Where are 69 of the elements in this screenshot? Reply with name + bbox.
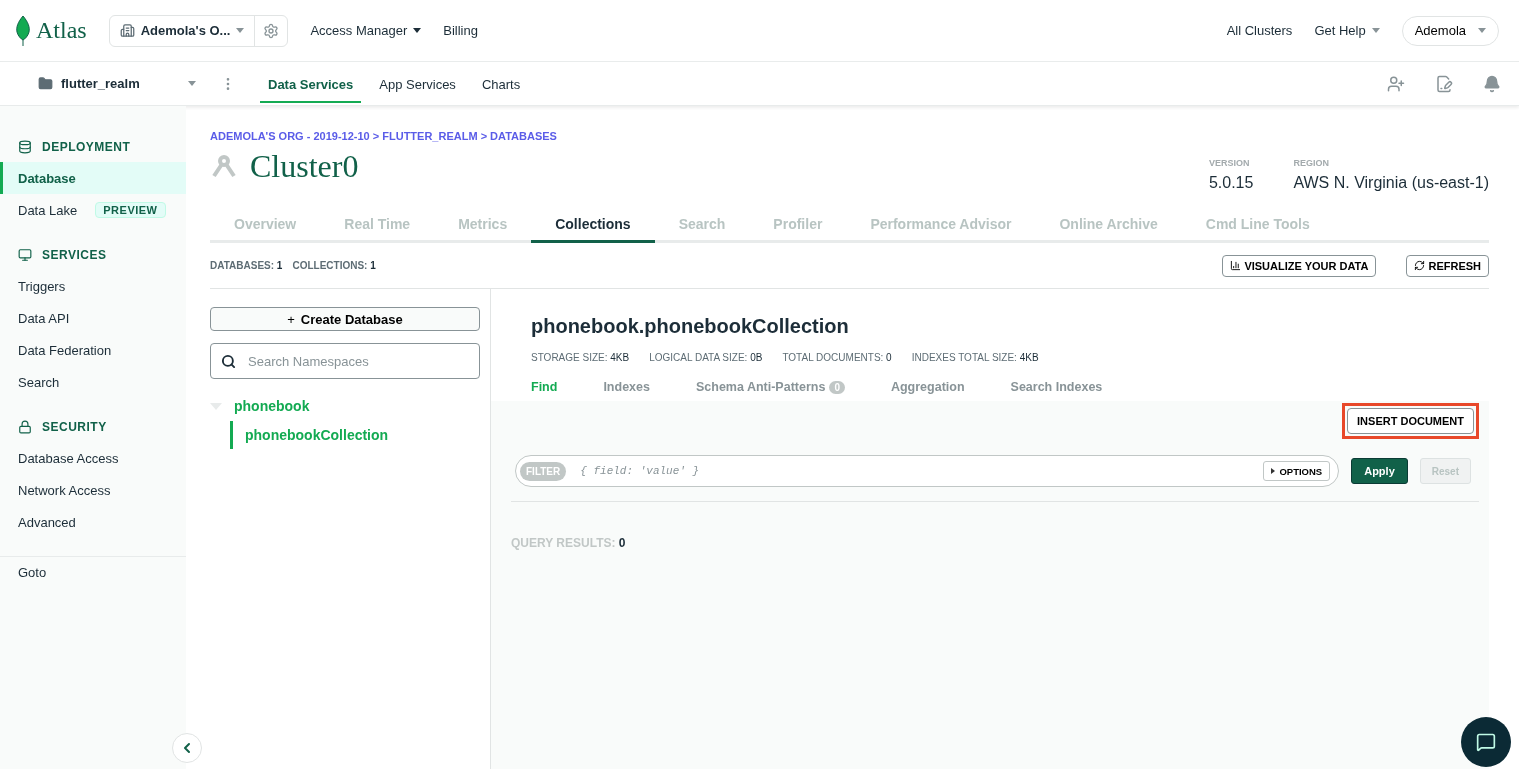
settings-icon[interactable] <box>263 22 280 39</box>
sidebar-item[interactable]: Advanced <box>0 506 186 538</box>
item-label[interactable]: Data Lake <box>18 202 78 218</box>
create-database-button[interactable]: + Create Database <box>210 307 480 331</box>
count-text: DATABASES: 1 <box>210 260 283 271</box>
stat-text: LOGICAL DATA SIZE: 0B <box>649 352 763 363</box>
apply-button[interactable]: Apply <box>1351 458 1408 484</box>
section-label: SECURITY <box>42 420 107 434</box>
sidebar-item[interactable]: Data API <box>0 302 186 334</box>
section-label: DEPLOYMENT <box>42 140 131 154</box>
filter-field[interactable]: FILTER { field: 'value' } OPTIONS <box>515 455 1340 487</box>
breadcrumb[interactable]: ADEMOLA'S ORG - 2019-12-10 > FLUTTER_REALM > DATABASES <box>210 130 1489 142</box>
add-user-icon[interactable] <box>1387 74 1405 93</box>
project-selector[interactable]: flutter_realm <box>38 76 188 91</box>
sidebar-item[interactable]: Data Federation <box>0 334 186 366</box>
action-button[interactable]: REFRESH <box>1406 254 1489 277</box>
sidebar-item[interactable]: Data Lake PREVIEW <box>0 194 186 226</box>
nav-link[interactable]: Get Help <box>1314 23 1380 38</box>
product-tab[interactable]: App Services <box>371 64 464 103</box>
notification-icon[interactable] <box>1483 74 1501 93</box>
insert-document-button[interactable]: INSERT DOCUMENT <box>1347 408 1474 434</box>
stat-text: STORAGE SIZE: 4KB <box>531 352 630 363</box>
cluster-tab[interactable]: Collections <box>531 208 655 243</box>
preview-badge: PREVIEW <box>95 202 166 218</box>
section-label: SERVICES <box>42 248 107 262</box>
search-box[interactable]: Search Namespaces <box>210 343 480 379</box>
logo-text: Atlas <box>36 17 87 44</box>
stat-text: INDEXES TOTAL SIZE: 4KB <box>911 352 1039 363</box>
database-icon <box>18 140 32 154</box>
cluster-icon <box>210 154 238 179</box>
filter-tag: FILTER <box>520 461 567 481</box>
user-menu[interactable]: Ademola <box>1401 15 1499 46</box>
sidebar-item[interactable]: Network Access <box>0 474 186 506</box>
meta-value: 5.0.15 <box>1208 174 1254 192</box>
refresh-icon <box>1414 260 1426 271</box>
nav-link[interactable]: Billing <box>443 23 478 38</box>
collapse-button[interactable] <box>172 733 202 763</box>
sidebar-item[interactable]: Goto <box>0 556 186 588</box>
building-icon <box>119 23 135 38</box>
options-button[interactable]: OPTIONS <box>1263 461 1331 481</box>
product-tab[interactable]: Data Services <box>260 64 362 103</box>
chat-button[interactable] <box>1461 717 1511 767</box>
search-field[interactable]: Search Namespaces <box>246 352 469 370</box>
sidebar-item[interactable]: Database <box>0 162 186 194</box>
meta-label: VERSION <box>1208 158 1251 168</box>
stat-text: TOTAL DOCUMENTS: 0 <box>782 352 892 363</box>
meta-value: AWS N. Virginia (us-east-1) <box>1293 174 1489 192</box>
atlas-logo[interactable]: Atlas <box>16 15 87 46</box>
sidebar-item[interactable]: Database Access <box>0 442 186 474</box>
query-results: QUERY RESULTS: 0 <box>511 536 627 550</box>
filter-input[interactable]: { field: 'value' } <box>578 464 1252 478</box>
monitor-icon <box>18 248 32 262</box>
cluster-name: Cluster0 <box>250 148 359 185</box>
count-badge: 0 <box>829 380 845 394</box>
lock-icon <box>18 420 32 434</box>
collection-title: phonebook.phonebookCollection <box>531 315 850 338</box>
chat-icon <box>1476 732 1496 752</box>
sidebar-item[interactable]: Triggers <box>0 270 186 302</box>
leaf-icon <box>16 15 30 46</box>
count-text: COLLECTIONS: 1 <box>292 260 376 271</box>
bar-chart-icon <box>1230 260 1242 271</box>
nav-link[interactable]: Access Manager <box>310 23 422 38</box>
nav-link[interactable]: All Clusters <box>1226 23 1293 38</box>
product-tab[interactable]: Charts <box>473 64 529 103</box>
action-button[interactable]: VISUALIZE YOUR DATA <box>1222 254 1377 277</box>
sidebar-item[interactable]: Search <box>0 366 186 398</box>
meta-label: REGION <box>1293 158 1330 168</box>
search-icon <box>221 353 236 369</box>
folder-icon <box>38 76 53 91</box>
